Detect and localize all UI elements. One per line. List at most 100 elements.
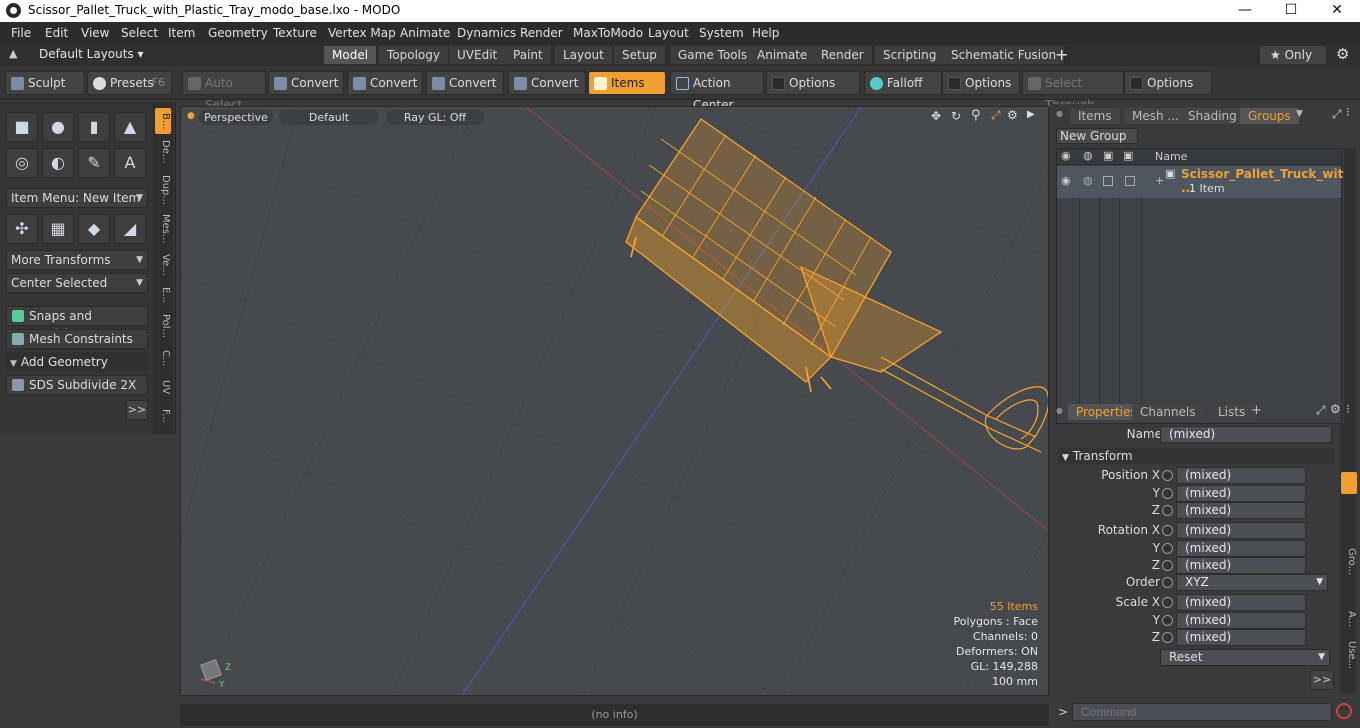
tab-topology[interactable]: Topology [379, 46, 449, 64]
tab-items[interactable]: Items [1070, 108, 1120, 124]
lock-icon[interactable]: ▣ [1103, 149, 1113, 162]
panel-expand-icon[interactable]: ⤢ [1332, 107, 1342, 122]
row-visibility-eye-icon[interactable]: ◉ [1061, 174, 1071, 187]
vtab-vertex[interactable]: Ve... [155, 252, 171, 278]
menu-vertex-map[interactable]: Vertex Map [328, 26, 396, 40]
close-button[interactable]: ✕ [1314, 0, 1360, 22]
record-macro-icon[interactable] [1336, 703, 1352, 719]
falloff-button[interactable]: Falloff [864, 71, 942, 95]
rotation-z-radio[interactable] [1162, 560, 1173, 571]
tabs-dropdown-icon[interactable]: ▼ [1296, 109, 1303, 119]
select-icon[interactable]: ▣ [1123, 149, 1133, 162]
rotation-z-field[interactable]: (mixed) [1176, 557, 1306, 574]
props-side-tab-groups[interactable]: Gro... [1341, 544, 1357, 580]
props-side-tab-active[interactable] [1341, 472, 1357, 494]
tab-game-tools[interactable]: Game Tools [670, 46, 757, 64]
menu-animate[interactable]: Animate [400, 26, 450, 40]
rotation-x-radio[interactable] [1162, 525, 1173, 536]
expand-plus-icon[interactable]: + [1155, 174, 1164, 187]
falloff-options-button[interactable]: Options [942, 71, 1020, 95]
transform-tool-button[interactable]: ✣ [6, 214, 38, 244]
convert-button-3[interactable]: Convert [426, 71, 504, 95]
position-z-field[interactable]: (mixed) [1176, 502, 1306, 519]
raygl-toggle[interactable]: Ray GL: Off [386, 110, 484, 125]
vtab-uv[interactable]: UV [155, 376, 171, 398]
action-center-button[interactable]: Action Center [670, 71, 764, 112]
tab-uvedit[interactable]: UVEdit [449, 46, 507, 64]
vtab-mesh[interactable]: Mes... [155, 212, 171, 246]
visibility-eye-icon[interactable]: ◉ [1061, 149, 1071, 162]
tab-scripting[interactable]: Scripting [875, 46, 946, 64]
only-toggle[interactable]: ★ Only [1260, 46, 1326, 64]
move-view-icon[interactable]: ✥ [931, 109, 941, 123]
rotation-y-field[interactable]: (mixed) [1176, 540, 1306, 557]
tab-setup[interactable]: Setup [614, 46, 666, 64]
name-field[interactable]: (mixed) [1160, 426, 1332, 443]
layout-collapse-icon[interactable]: ▲ [9, 47, 17, 60]
tab-mesh[interactable]: Mesh ... [1124, 108, 1187, 124]
add-tab-button[interactable]: + [1055, 45, 1068, 64]
vtab-edge[interactable]: E... [155, 284, 171, 306]
tab-shading[interactable]: Shading [1180, 108, 1245, 124]
view-more-icon[interactable]: ▶ [1027, 109, 1035, 120]
scale-y-radio[interactable] [1162, 615, 1173, 626]
torus-primitive-button[interactable]: ◎ [6, 148, 38, 178]
tab-lists[interactable]: Lists [1210, 404, 1254, 420]
tab-channels[interactable]: Channels [1132, 404, 1204, 420]
default-shading-dropdown[interactable]: Default [279, 110, 379, 125]
tab-animate[interactable]: Animate [749, 46, 817, 64]
menu-geometry[interactable]: Geometry [208, 26, 268, 40]
scale-y-field[interactable]: (mixed) [1176, 612, 1306, 629]
props-expand-icon[interactable]: ⤢ [1316, 403, 1326, 418]
order-dropdown[interactable]: XYZ ▼ [1176, 574, 1328, 591]
center-selected-dropdown[interactable]: Center Selected ▼ [6, 273, 148, 293]
panel-options-icon[interactable]: ⁝ [1346, 105, 1350, 119]
menu-item[interactable]: Item [168, 26, 195, 40]
cone-primitive-button[interactable]: ▲ [114, 112, 146, 142]
position-y-field[interactable]: (mixed) [1176, 485, 1306, 502]
menu-layout[interactable]: Layout [648, 26, 689, 40]
props-options-icon[interactable]: ⁝ [1346, 402, 1350, 416]
items-mode-button[interactable]: Items [588, 71, 666, 95]
menu-help[interactable]: Help [752, 26, 779, 40]
menu-select[interactable]: Select [121, 26, 158, 40]
maximize-button[interactable]: ☐ [1268, 0, 1314, 22]
sphere-primitive-button[interactable]: ● [42, 112, 74, 142]
pen-tool-button[interactable]: ✎ [78, 148, 110, 178]
position-x-field[interactable]: (mixed) [1176, 467, 1306, 484]
scale-z-radio[interactable] [1162, 632, 1173, 643]
vtab-basic[interactable]: B... [155, 108, 171, 134]
vtab-fusion[interactable]: F... [155, 404, 171, 428]
mesh-tool-button[interactable]: ◆ [78, 214, 110, 244]
tab-model[interactable]: Model [324, 46, 378, 64]
reset-dropdown[interactable]: Reset ▼ [1160, 649, 1330, 666]
scale-z-field[interactable]: (mixed) [1176, 629, 1306, 646]
menu-view[interactable]: View [81, 26, 109, 40]
tab-layout[interactable]: Layout [555, 46, 613, 64]
vtab-curve[interactable]: C... [155, 346, 171, 370]
menu-render[interactable]: Render [520, 26, 563, 40]
tab-groups[interactable]: Groups [1240, 108, 1299, 124]
props-gear-icon[interactable]: ⚙ [1330, 402, 1341, 416]
select-options-button[interactable]: Options [1124, 71, 1212, 95]
row-select-checkbox[interactable] [1125, 176, 1135, 186]
gear-icon[interactable]: ⚙ [1336, 45, 1349, 63]
cylinder-primitive-button[interactable]: ▮ [78, 112, 110, 142]
menu-maxtomodo[interactable]: MaxToModo [573, 26, 643, 40]
props-more-button[interactable]: >> [1310, 670, 1334, 690]
rotate-view-icon[interactable]: ↻ [951, 109, 961, 123]
tab-schematic-fusion[interactable]: Schematic Fusion [943, 46, 1066, 64]
props-side-tab-user[interactable]: Use... [1341, 640, 1357, 670]
position-x-radio[interactable] [1162, 470, 1173, 481]
convert-button-2[interactable]: Convert [347, 71, 423, 95]
group-row[interactable]: ◉ ◍ + ▣ Scissor_Pallet_Truck_wit ... 1 I… [1057, 166, 1343, 198]
mesh-constraints-button[interactable]: Mesh Constraints [6, 329, 148, 349]
rotation-x-field[interactable]: (mixed) [1176, 522, 1306, 539]
groups-scrollbar[interactable] [1344, 148, 1356, 424]
maximize-view-icon[interactable]: ⤢ [991, 108, 1001, 123]
menu-dynamics[interactable]: Dynamics [457, 26, 516, 40]
menu-edit[interactable]: Edit [45, 26, 68, 40]
expand-more-button[interactable]: >> [126, 400, 148, 420]
grid-tool-button[interactable]: ▦ [42, 214, 74, 244]
command-input[interactable] [1072, 703, 1332, 721]
